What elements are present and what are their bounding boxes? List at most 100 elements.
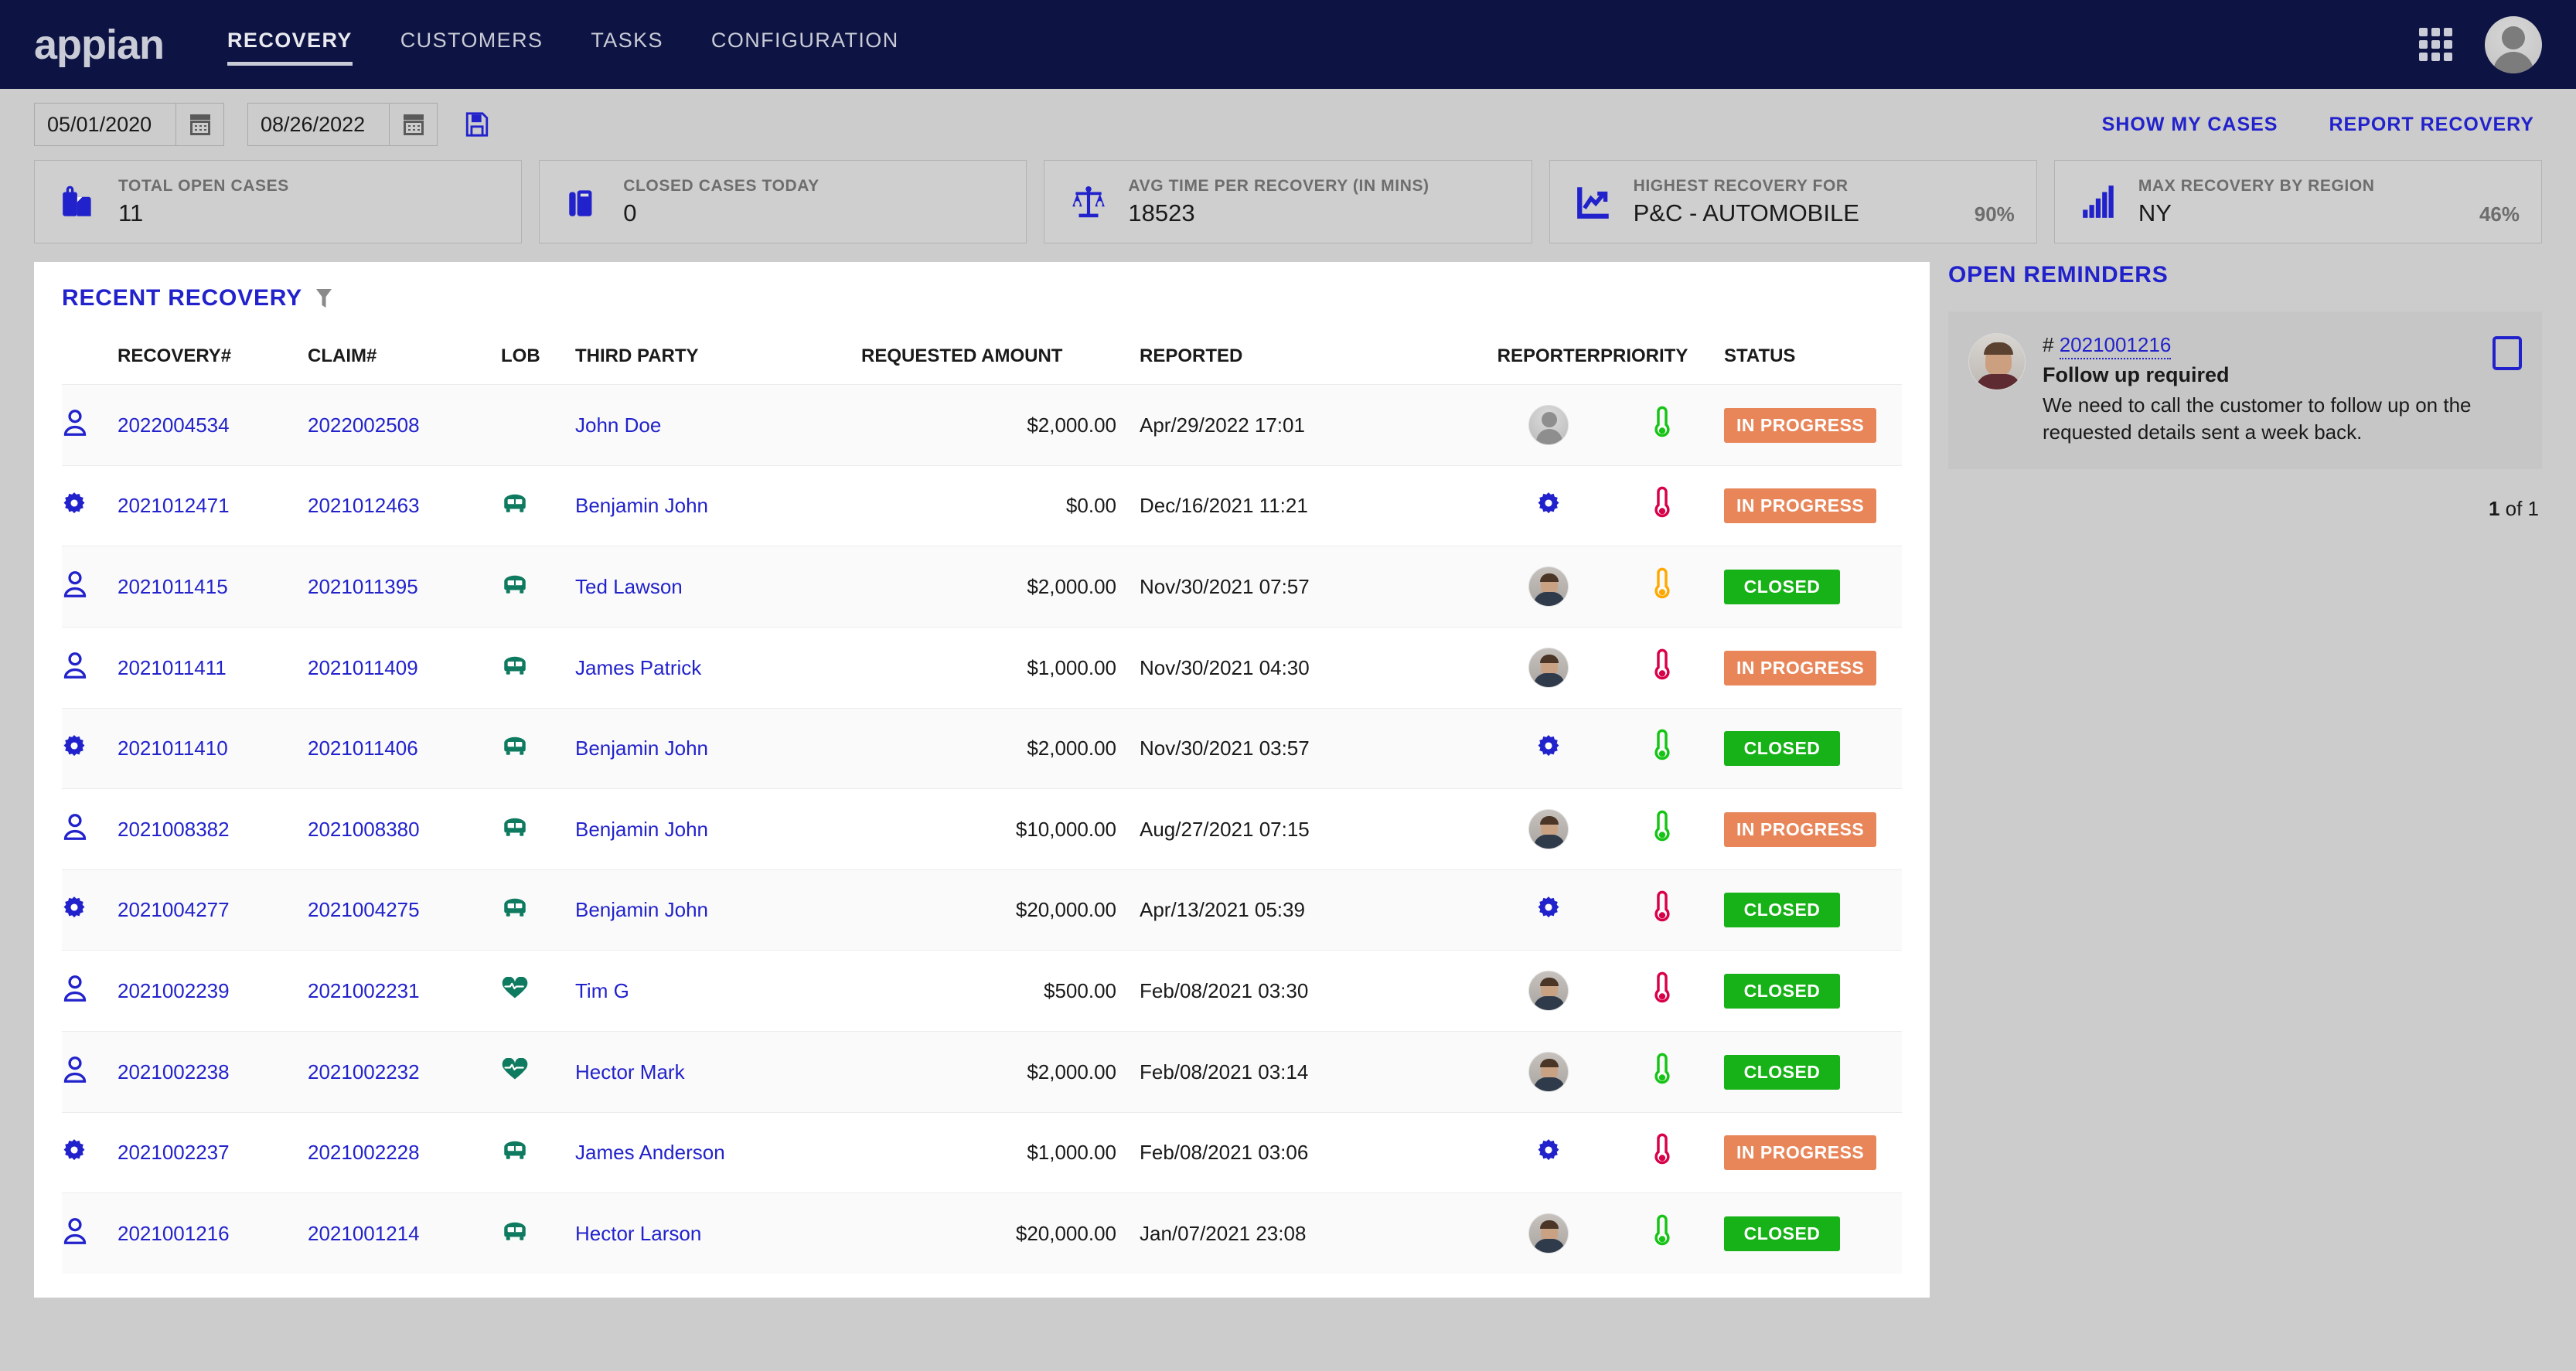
third-party-link[interactable]: Hector Larson [575,1222,701,1245]
claim-number-link[interactable]: 2021011406 [308,737,418,760]
gear-icon[interactable] [1536,491,1561,515]
claim-number-link[interactable]: 2021011395 [308,575,418,598]
row-type-icon-cell[interactable] [62,1031,118,1113]
recovery-number-cell[interactable]: 2021011410 [118,708,308,789]
third-party-cell[interactable]: Benjamin John [575,869,861,951]
row-type-icon-cell[interactable] [62,708,118,789]
row-type-icon-cell[interactable] [62,950,118,1032]
table-row[interactable]: 2022004534 2022002508 John Doe $2,000.00 Apr… [62,384,1902,466]
person-icon[interactable] [62,975,88,1002]
third-party-link[interactable]: Benjamin John [575,818,708,841]
gear-icon[interactable] [62,895,87,920]
claim-number-cell[interactable]: 2021002231 [308,950,501,1032]
claim-number-link[interactable]: 2021001214 [308,1222,420,1245]
gear-icon[interactable] [62,491,87,515]
third-party-link[interactable]: James Patrick [575,656,701,679]
row-type-icon-cell[interactable] [62,869,118,951]
claim-number-cell[interactable]: 2021001214 [308,1192,501,1274]
column-header-lob[interactable]: LOB [501,345,575,385]
report-recovery-button[interactable]: REPORT RECOVERY [2329,114,2534,136]
nav-item-configuration[interactable]: CONFIGURATION [711,29,899,66]
claim-number-cell[interactable]: 2021011406 [308,708,501,789]
claim-number-link[interactable]: 2021012463 [308,494,420,517]
kpi-closed-cases-today[interactable]: CLOSED CASES TODAY 0 [539,160,1027,243]
recovery-number-link[interactable]: 2021011410 [118,737,228,760]
third-party-cell[interactable]: Hector Larson [575,1192,861,1274]
column-header-status[interactable]: STATUS [1724,345,1902,385]
recovery-number-cell[interactable]: 2021001216 [118,1192,308,1274]
start-date-field[interactable]: 05/01/2020 [34,103,224,146]
third-party-link[interactable]: Benjamin John [575,494,708,517]
third-party-cell[interactable]: John Doe [575,384,861,466]
claim-number-cell[interactable]: 2021012463 [308,465,501,546]
third-party-cell[interactable]: Benjamin John [575,788,861,870]
claim-number-link[interactable]: 2021011409 [308,656,418,679]
person-icon[interactable] [62,813,88,841]
recovery-number-link[interactable]: 2021001216 [118,1222,230,1245]
funnel-icon[interactable] [315,287,333,309]
nav-item-customers[interactable]: CUSTOMERS [400,29,543,66]
reminder-card[interactable]: # 2021001216 Follow up required We need … [1948,311,2542,470]
column-header-requested-amount[interactable]: REQUESTED AMOUNT [861,345,1140,385]
claim-number-link[interactable]: 2021002231 [308,979,420,1002]
claim-number-cell[interactable]: 2022002508 [308,384,501,466]
third-party-cell[interactable]: Tim G [575,950,861,1032]
reminder-checkbox[interactable] [2493,336,2522,370]
person-icon[interactable] [62,1217,88,1245]
recovery-number-link[interactable]: 2021002238 [118,1060,230,1084]
third-party-cell[interactable]: Benjamin John [575,465,861,546]
kpi-highest-recovery-for[interactable]: HIGHEST RECOVERY FOR P&C - AUTOMOBILE 90… [1549,160,2037,243]
recovery-number-cell[interactable]: 2021002237 [118,1112,308,1193]
person-icon[interactable] [62,1056,88,1084]
person-icon[interactable] [62,651,88,679]
claim-number-cell[interactable]: 2021011395 [308,546,501,628]
save-icon[interactable] [464,111,490,138]
kpi-max-recovery-by-region[interactable]: MAX RECOVERY BY REGION NY 46% [2053,160,2543,243]
show-my-cases-button[interactable]: SHOW MY CASES [2102,114,2278,136]
recovery-number-cell[interactable]: 2021011411 [118,627,308,709]
claim-number-link[interactable]: 2021002228 [308,1141,420,1164]
nav-item-tasks[interactable]: TASKS [591,29,663,66]
recovery-number-link[interactable]: 2021004277 [118,898,230,921]
recovery-number-cell[interactable]: 2022004534 [118,384,308,466]
claim-number-cell[interactable]: 2021002228 [308,1112,501,1193]
table-row[interactable]: 2021011411 2021011409 James Patrick $1,000… [62,627,1902,709]
claim-number-cell[interactable]: 2021011409 [308,627,501,709]
recovery-number-cell[interactable]: 2021008382 [118,788,308,870]
apps-grid-icon[interactable] [2419,28,2452,61]
recovery-number-cell[interactable]: 2021011415 [118,546,308,628]
gear-icon[interactable] [62,733,87,758]
column-header-reported[interactable]: REPORTED [1140,345,1498,385]
row-type-icon-cell[interactable] [62,384,118,466]
claim-number-link[interactable]: 2022002508 [308,413,420,437]
recovery-number-cell[interactable]: 2021004277 [118,869,308,951]
third-party-link[interactable]: Benjamin John [575,898,708,921]
kpi-total-open-cases[interactable]: TOTAL OPEN CASES 11 [34,160,523,243]
third-party-cell[interactable]: James Patrick [575,627,861,709]
table-row[interactable]: 2021011415 2021011395 Ted Lawson $2,000.00… [62,546,1902,628]
claim-number-link[interactable]: 2021002232 [308,1060,420,1084]
row-type-icon-cell[interactable] [62,1192,118,1274]
table-row[interactable]: 2021002237 2021002228 James Anderson $1,00… [62,1112,1902,1193]
start-date-calendar-button[interactable] [175,104,223,145]
start-date-value[interactable]: 05/01/2020 [35,113,175,137]
column-header-claim[interactable]: CLAIM# [308,345,501,385]
table-row[interactable]: 2021002239 2021002231 Tim G $500.00 Feb/08/… [62,950,1902,1032]
column-header-recovery[interactable]: RECOVERY# [118,345,308,385]
kpi-avg-time-per-recovery[interactable]: AVG TIME PER RECOVERY (IN MINS) 18523 [1044,160,1532,243]
recovery-number-link[interactable]: 2021011415 [118,575,228,598]
gear-icon[interactable] [62,1138,87,1162]
recovery-number-cell[interactable]: 2021002238 [118,1031,308,1113]
recovery-number-link[interactable]: 2021002237 [118,1141,230,1164]
recovery-number-cell[interactable]: 2021012471 [118,465,308,546]
gear-icon[interactable] [1536,1138,1561,1162]
end-date-value[interactable]: 08/26/2022 [248,113,389,137]
recovery-number-link[interactable]: 2021008382 [118,818,230,841]
claim-number-cell[interactable]: 2021008380 [308,788,501,870]
recovery-number-link[interactable]: 2021012471 [118,494,230,517]
third-party-link[interactable]: Hector Mark [575,1060,685,1084]
recovery-number-link[interactable]: 2021011411 [118,656,227,679]
row-type-icon-cell[interactable] [62,465,118,546]
user-avatar[interactable] [2485,15,2542,73]
table-row[interactable]: 2021001216 2021001214 Hector Larson $20,00… [62,1192,1902,1274]
